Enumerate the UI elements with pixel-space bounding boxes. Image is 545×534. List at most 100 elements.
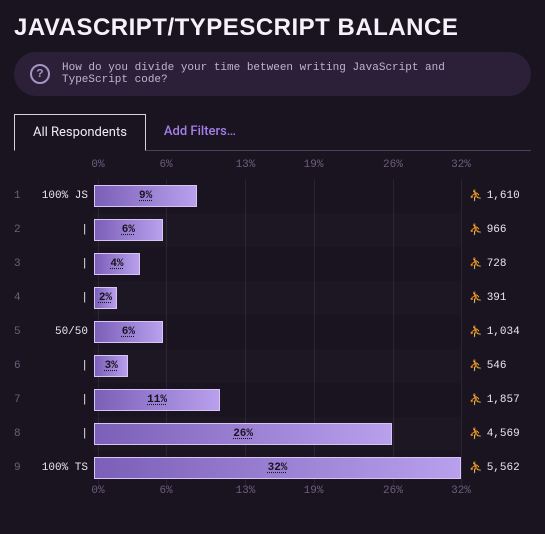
row-category: 50/50 xyxy=(34,326,94,338)
bar-chart: 0%6%13%19%26%32% 1100% JS9%⛹1,6102|6%⛹96… xyxy=(14,159,531,505)
row-index: 4 xyxy=(14,292,34,304)
bar[interactable]: 11% xyxy=(94,389,220,411)
bar[interactable]: 9% xyxy=(94,185,197,207)
page-title: JAVASCRIPT/TYPESCRIPT BALANCE xyxy=(14,14,531,42)
row-count: ⛹ 1,857 xyxy=(461,393,531,407)
row-category: 100% TS xyxy=(34,462,94,474)
row-category: | xyxy=(34,394,94,406)
row-count: ⛹ 728 xyxy=(461,257,531,271)
count-value: 966 xyxy=(487,224,507,236)
bar-zone: 32% xyxy=(94,451,461,485)
bar-value: 11% xyxy=(147,394,167,406)
row-count: ⛹ 1,610 xyxy=(461,189,531,203)
count-value: 1,610 xyxy=(487,190,520,202)
bar[interactable]: 3% xyxy=(94,355,128,377)
row-index: 5 xyxy=(14,326,34,338)
row-count: ⛹ 4,569 xyxy=(461,427,531,441)
person-icon: ⛹ xyxy=(469,223,483,237)
count-value: 1,857 xyxy=(487,394,520,406)
person-icon: ⛹ xyxy=(469,427,483,441)
table-row: 550/50 6% ⛹ 1,034 xyxy=(14,315,531,349)
bar[interactable]: 2% xyxy=(94,287,117,309)
row-index: 3 xyxy=(14,258,34,270)
table-row: 8|26% ⛹ 4,569 xyxy=(14,417,531,451)
row-index: 7 xyxy=(14,394,34,406)
bar-value: 2% xyxy=(99,292,112,304)
axis-tick: 19% xyxy=(304,159,324,171)
row-category: | xyxy=(34,360,94,372)
row-count: ⛹ 966 xyxy=(461,223,531,237)
tab-add-filters[interactable]: Add Filters… xyxy=(146,114,254,150)
count-value: 4,569 xyxy=(487,428,520,440)
bar-zone: 6% xyxy=(94,213,461,247)
table-row: 9100% TS32% ⛹ 5,562 xyxy=(14,451,531,485)
row-count: ⛹ 546 xyxy=(461,359,531,373)
bar-value: 6% xyxy=(122,224,135,236)
axis-bottom: 0% 6% 13% 19% 26% 32% xyxy=(14,485,531,505)
axis-tick: 19% xyxy=(304,485,324,497)
question-text: How do you divide your time between writ… xyxy=(62,62,515,86)
axis-tick: 6% xyxy=(159,485,172,497)
tab-all-respondents[interactable]: All Respondents xyxy=(14,114,146,151)
count-value: 546 xyxy=(487,360,507,372)
help-icon: ? xyxy=(30,64,50,84)
person-icon: ⛹ xyxy=(469,393,483,407)
person-icon: ⛹ xyxy=(469,325,483,339)
table-row: 2| 6% ⛹ 966 xyxy=(14,213,531,247)
axis-top: 0% 6% 13% 19% 26% 32% xyxy=(14,159,531,179)
bar[interactable]: 4% xyxy=(94,253,140,275)
bar-value: 9% xyxy=(139,190,152,202)
person-icon: ⛹ xyxy=(469,359,483,373)
row-index: 6 xyxy=(14,360,34,372)
bar[interactable]: 26% xyxy=(94,423,392,445)
bar[interactable]: 6% xyxy=(94,321,163,343)
axis-tick: 6% xyxy=(159,159,172,171)
row-index: 2 xyxy=(14,224,34,236)
bar[interactable]: 6% xyxy=(94,219,163,241)
bar-zone: 2% xyxy=(94,281,461,315)
bar-value: 3% xyxy=(105,360,118,372)
row-count: ⛹ 1,034 xyxy=(461,325,531,339)
row-category: 100% JS xyxy=(34,190,94,202)
tab-bar: All Respondents Add Filters… xyxy=(14,114,531,151)
row-index: 9 xyxy=(14,462,34,474)
row-index: 8 xyxy=(14,428,34,440)
count-value: 391 xyxy=(487,292,507,304)
axis-tick: 0% xyxy=(91,485,104,497)
bar-zone: 11% xyxy=(94,383,461,417)
row-category: | xyxy=(34,292,94,304)
table-row: 7| 11% ⛹ 1,857 xyxy=(14,383,531,417)
row-index: 1 xyxy=(14,190,34,202)
bar-value: 4% xyxy=(110,258,123,270)
person-icon: ⛹ xyxy=(469,189,483,203)
axis-tick: 26% xyxy=(383,159,403,171)
bar-zone: 26% xyxy=(94,417,461,451)
bar-zone: 4% xyxy=(94,247,461,281)
table-row: 1100% JS 9% ⛹ 1,610 xyxy=(14,179,531,213)
person-icon: ⛹ xyxy=(469,257,483,271)
count-value: 728 xyxy=(487,258,507,270)
table-row: 6| 3% ⛹ 546 xyxy=(14,349,531,383)
axis-tick: 0% xyxy=(91,159,104,171)
question-banner: ? How do you divide your time between wr… xyxy=(14,52,531,96)
table-row: 4| 2% ⛹391 xyxy=(14,281,531,315)
bar[interactable]: 32% xyxy=(94,457,461,479)
axis-tick: 32% xyxy=(451,485,471,497)
bar-value: 6% xyxy=(122,326,135,338)
row-category: | xyxy=(34,224,94,236)
table-row: 3| 4% ⛹ 728 xyxy=(14,247,531,281)
row-category: | xyxy=(34,258,94,270)
bar-zone: 3% xyxy=(94,349,461,383)
person-icon: ⛹ xyxy=(469,461,483,475)
axis-tick: 13% xyxy=(236,485,256,497)
row-count: ⛹ 5,562 xyxy=(461,461,531,475)
bar-zone: 6% xyxy=(94,315,461,349)
row-count: ⛹391 xyxy=(461,291,531,305)
count-value: 5,562 xyxy=(487,462,520,474)
axis-tick: 13% xyxy=(236,159,256,171)
count-value: 1,034 xyxy=(487,326,520,338)
axis-tick: 26% xyxy=(383,485,403,497)
row-category: | xyxy=(34,428,94,440)
bar-zone: 9% xyxy=(94,179,461,213)
axis-tick: 32% xyxy=(451,159,471,171)
